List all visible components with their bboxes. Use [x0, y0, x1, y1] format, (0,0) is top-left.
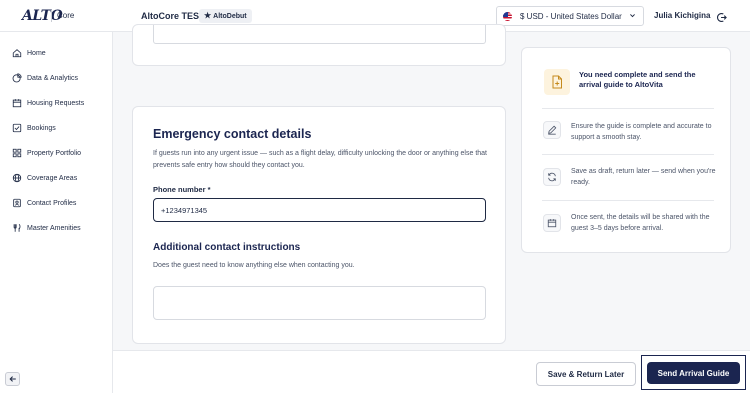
sidebar-item-label: Bookings [27, 124, 56, 132]
sidebar-item-label: Housing Requests [27, 99, 85, 107]
info-item-text: Ensure the guide is complete and accurat… [571, 123, 712, 141]
plan-badge-label: AltoDebut [213, 13, 247, 20]
refresh-icon [543, 168, 561, 186]
save-return-later-button[interactable]: Save & Return Later [536, 362, 636, 386]
info-item-text: Once sent, the details will be shared wi… [571, 214, 710, 232]
phone-number-input[interactable] [153, 198, 486, 222]
additional-instructions-input[interactable] [153, 286, 486, 320]
sidebar-item-label: Property Portfolio [27, 149, 82, 157]
sidebar-collapse-button[interactable] [5, 372, 20, 386]
sidebar-item-label: Master Amenities [27, 224, 81, 232]
calendar-icon [543, 214, 561, 232]
user-name[interactable]: Julia Kichigina [654, 11, 710, 20]
document-add-icon [544, 69, 570, 95]
divider [542, 200, 714, 201]
additional-instructions-title: Additional contact instructions [153, 242, 301, 253]
logo-divider [51, 10, 52, 22]
currency-selected-value: $ USD - United States Dollar [520, 12, 622, 21]
sidebar-item-label: Home [27, 49, 46, 57]
info-panel: You need complete and send the arrival g… [521, 47, 731, 253]
calendar-icon [12, 99, 22, 108]
sidebar-item-bookings[interactable]: Bookings [12, 121, 56, 135]
logo-subtitle: Core [57, 11, 75, 20]
main-content: Emergency contact details If guests run … [113, 24, 750, 393]
home-icon [12, 49, 22, 58]
sidebar-item-label: Data & Analytics [27, 74, 78, 82]
divider [542, 154, 714, 155]
grid-icon [12, 148, 22, 158]
info-item-text: Save as draft, return later — send when … [571, 168, 716, 186]
arrow-left-icon [8, 376, 16, 382]
sidebar: Home Data & Analytics Housing Requests B… [0, 32, 113, 393]
sidebar-item-housing-requests[interactable]: Housing Requests [12, 96, 84, 110]
contact-icon [13, 198, 21, 208]
previous-section-card [132, 24, 506, 66]
sidebar-item-master-amenities[interactable]: Master Amenities [12, 221, 81, 235]
edit-icon [543, 121, 561, 139]
sidebar-item-contact-profiles[interactable]: Contact Profiles [12, 196, 76, 210]
emergency-contact-card: Emergency contact details If guests run … [132, 106, 506, 344]
sidebar-item-property-portfolio[interactable]: Property Portfolio [12, 146, 81, 160]
sidebar-item-label: Coverage Areas [27, 174, 78, 182]
sidebar-item-coverage-areas[interactable]: Coverage Areas [12, 171, 77, 185]
additional-instructions-description: Does the guest need to know anything els… [153, 262, 355, 269]
bottom-action-bar: Save & Return Later Send Arrival Guide [113, 350, 750, 393]
logout-icon[interactable] [716, 10, 727, 22]
plan-badge: ★ AltoDebut [199, 9, 252, 23]
send-button-focus-ring: Send Arrival Guide [641, 355, 746, 390]
currency-select[interactable]: $ USD - United States Dollar [496, 6, 644, 26]
star-icon: ★ [204, 11, 212, 20]
section-title: Emergency contact details [153, 127, 312, 141]
analytics-icon [12, 73, 22, 83]
amenities-icon [13, 223, 21, 232]
section-description: If guests run into any urgent issue — su… [153, 150, 487, 169]
info-title: You need complete and send the arrival g… [579, 70, 696, 89]
previous-field-input[interactable] [153, 25, 486, 44]
us-flag-icon [503, 12, 512, 21]
divider [542, 108, 714, 109]
chevron-down-icon [629, 12, 636, 21]
globe-icon [12, 173, 22, 183]
send-arrival-guide-button[interactable]: Send Arrival Guide [647, 362, 740, 384]
bookings-icon [12, 123, 22, 133]
sidebar-item-home[interactable]: Home [12, 46, 46, 60]
account-name: AltoCore TEST [141, 11, 205, 21]
sidebar-item-data-analytics[interactable]: Data & Analytics [12, 71, 78, 85]
sidebar-item-label: Contact Profiles [27, 199, 77, 207]
phone-label: Phone number * [153, 185, 211, 194]
